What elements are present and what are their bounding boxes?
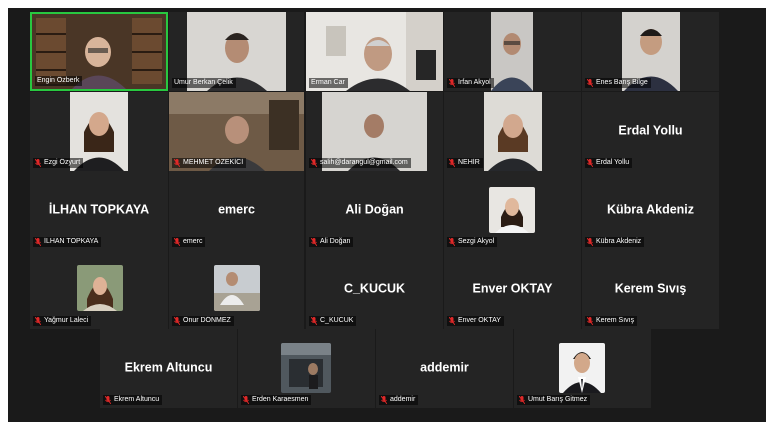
participant-name-label: İLHAN TOPKAYA [33,237,102,247]
participant-name-label: Erdal Yollu [585,158,633,168]
mic-off-icon [105,396,111,404]
mic-off-icon [587,159,593,167]
mic-off-icon [449,159,455,167]
participant-name-label: MEHMET ÖZEKİCİ [172,158,247,168]
participant-tile-8[interactable]: NEHİR [444,92,581,171]
participant-display-name: Kerem Sıvış [614,280,687,295]
participant-name-label: salih@darangul@gmail.com [309,158,411,168]
participant-tile-17[interactable]: C_KUCUK C_KUCUK [306,250,443,329]
participant-display-name: Ekrem Altuncu [124,359,213,374]
mic-off-icon [174,238,180,246]
participant-tile-20[interactable]: Ekrem Altuncu Ekrem Altuncu [100,329,237,408]
profile-photo [559,343,605,393]
participant-display-name: C_KUCUK [343,280,406,295]
participant-display-name: Kübra Akdeniz [606,201,695,216]
mic-off-icon [587,238,593,246]
participant-display-name: İLHAN TOPKAYA [48,201,150,216]
participant-display-name: addemir [420,359,469,374]
participant-name-label: Kübra Akdeniz [585,237,645,247]
participant-tile-16[interactable]: Onur DÖNMEZ [169,250,304,329]
participant-tile-11[interactable]: emerc emerc [169,171,304,250]
mic-off-icon [381,396,387,404]
participant-tile-7[interactable]: salih@darangul@gmail.com [306,92,443,171]
participant-tile-0[interactable]: Engin Özberk [30,12,168,91]
participant-tile-2[interactable]: Erman Car [306,12,443,91]
participant-tile-3[interactable]: İrfan Akyol [444,12,581,91]
participant-name-label: İrfan Akyol [447,78,494,88]
profile-photo [214,265,260,311]
participant-name-label: Onur DÖNMEZ [172,316,234,326]
mic-off-icon [174,317,180,325]
participant-name-label: Erden Karaesmen [241,395,312,405]
participant-display-name: emerc [218,201,255,216]
mic-off-icon [174,159,180,167]
participant-tile-1[interactable]: Umur Berkan Çelik [169,12,304,91]
participant-name-label: Ekrem Altuncu [103,395,163,405]
participant-name-label: Erman Car [309,78,348,88]
profile-photo [77,265,123,311]
participant-name-label: NEHİR [447,158,483,168]
participant-display-name: Ali Doğan [345,201,404,216]
mic-off-icon [311,238,317,246]
participant-name-label: Ali Doğan [309,237,354,247]
participant-tile-19[interactable]: Kerem Sıvış Kerem Sıvış [582,250,719,329]
participant-tile-6[interactable]: MEHMET ÖZEKİCİ [169,92,304,171]
mic-off-icon [243,396,249,404]
participant-tile-23[interactable]: Umut Barış Gitmez [514,329,651,408]
participant-name-label: C_KUCUK [309,316,357,326]
participant-tile-12[interactable]: Ali Doğan Ali Doğan [306,171,443,250]
participant-tile-10[interactable]: İLHAN TOPKAYA İLHAN TOPKAYA [30,171,168,250]
mic-off-icon [587,317,593,325]
participant-tile-22[interactable]: addemir addemir [376,329,513,408]
participant-tile-13[interactable]: Sezgi Akyol [444,171,581,250]
participant-name-label: Enver OKTAY [447,316,504,326]
participant-name-label: addemir [379,395,419,405]
participant-name-label: Engin Özberk [35,76,83,86]
participant-name-label: emerc [172,237,206,247]
participant-name-label: Ezgi Özyurt [33,158,84,168]
participant-tile-15[interactable]: Yağmur Laleci [30,250,168,329]
mic-off-icon [449,317,455,325]
participant-name-label: Umut Barış Gitmez [517,395,591,405]
mic-off-icon [449,79,455,87]
participant-video [491,12,533,91]
profile-photo [489,187,535,233]
mic-off-icon [35,317,41,325]
participant-name-label: Sezgi Akyol [447,237,498,247]
participant-tile-4[interactable]: Enes Barış Bilge [582,12,719,91]
mic-off-icon [35,159,41,167]
mic-off-icon [35,238,41,246]
video-gallery: Engin Özberk Umur Berkan Çelik Erman Car… [8,8,766,422]
mic-off-icon [587,79,593,87]
profile-photo [281,343,331,393]
participant-tile-21[interactable]: Erden Karaesmen [238,329,375,408]
participant-name-label: Umur Berkan Çelik [172,78,236,88]
mic-off-icon [449,238,455,246]
participant-tile-14[interactable]: Kübra Akdeniz Kübra Akdeniz [582,171,719,250]
mic-off-icon [311,317,317,325]
participant-name-label: Enes Barış Bilge [585,78,651,88]
participant-display-name: Enver OKTAY [472,280,553,295]
participant-tile-9[interactable]: Erdal Yollu Erdal Yollu [582,92,719,171]
participant-tile-5[interactable]: Ezgi Özyurt [30,92,168,171]
mic-off-icon [519,396,525,404]
participant-video [484,92,542,171]
participant-display-name: Erdal Yollu [618,122,683,137]
mic-off-icon [311,159,317,167]
participant-name-label: Kerem Sıvış [585,316,638,326]
participant-name-label: Yağmur Laleci [33,316,92,326]
participant-tile-18[interactable]: Enver OKTAY Enver OKTAY [444,250,581,329]
